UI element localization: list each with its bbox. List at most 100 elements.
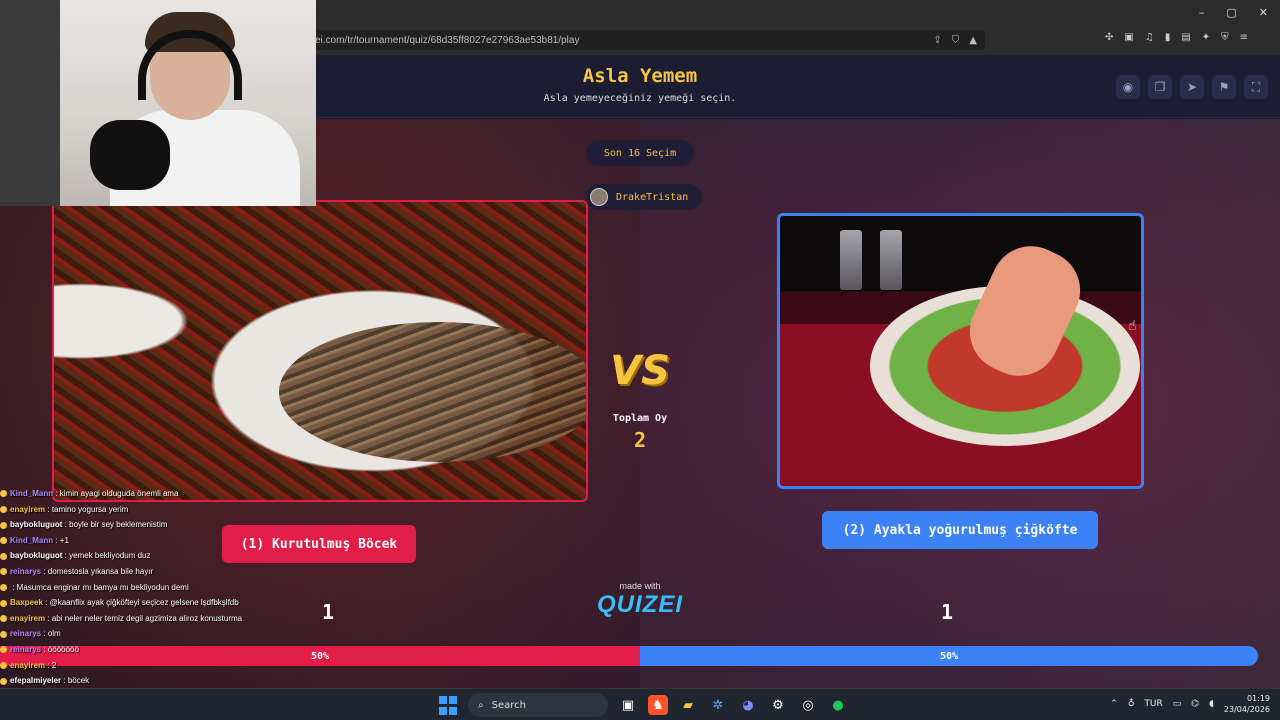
badge-icon	[0, 521, 7, 529]
clock[interactable]: 01:19 23/04/2026	[1224, 693, 1270, 715]
windows-start-icon[interactable]	[438, 695, 458, 715]
left-vote-count: 1	[322, 600, 335, 624]
microphone	[90, 120, 170, 190]
fullscreen-icon[interactable]: ⛶	[1244, 75, 1268, 99]
folder-icon[interactable]: ▰	[678, 695, 698, 715]
minimize-icon[interactable]: –	[1199, 6, 1205, 19]
taskbar-search[interactable]: ⌕ Search	[468, 693, 608, 717]
warning-icon[interactable]: ▲	[969, 35, 977, 46]
screenshot-icon[interactable]: ▣	[1124, 32, 1133, 43]
chat-message: efepalmiyeler : böcek	[0, 673, 320, 689]
vs-logo: VS	[610, 348, 670, 394]
chat-message: baybokluguot : boyle bir sey beklemenist…	[0, 517, 320, 533]
extension-toolbar: ✣ ▣ ♫ ▮ ▤ ✦ ⛨ ≡	[1105, 32, 1248, 43]
badge-icon	[0, 583, 7, 591]
system-tray: ⌃ ♁ TUR ▭ ⌬ ◖ 01:19 23/04/2026	[1110, 693, 1270, 715]
chat-text: +1	[59, 535, 69, 545]
badge-icon	[0, 552, 7, 560]
taskbar: ⌕ Search ▣ ♞ ▰ ✲ ◕ ⚙ ◎ ● ⌃ ♁ TUR ▭ ⌬ ◖ 0…	[0, 688, 1280, 720]
spotify-icon[interactable]: ●	[828, 695, 848, 715]
music-icon[interactable]: ♫	[1145, 32, 1154, 43]
chat-text: kimin ayagi olduguda önemli ama	[59, 489, 179, 498]
search-icon: ⌕	[478, 699, 484, 711]
puzzle-icon[interactable]: ✣	[1105, 32, 1113, 43]
address-bar[interactable]: ei.com/tr/tournament/quiz/68d35ff8027e27…	[305, 30, 985, 50]
chat-message: Baxpeek : @kaanflix ayak çiğköfteyi seçi…	[0, 595, 320, 611]
chat-text: abi neler neler temiz degil agzimiza ali…	[51, 613, 243, 623]
chat-message: reinarys : olm	[0, 626, 320, 642]
maximize-icon[interactable]: ▢	[1226, 6, 1236, 19]
chat-username: baybokluguot	[10, 520, 63, 530]
chat-text: 2	[51, 660, 57, 670]
round-badge: Son 16 Seçim	[586, 140, 694, 166]
menu-icon[interactable]: ≡	[1240, 32, 1248, 43]
close-icon[interactable]: ✕	[1259, 6, 1268, 19]
badge-icon	[0, 677, 7, 685]
ai-icon[interactable]: ✦	[1202, 32, 1210, 43]
chat-username: reinarys	[10, 629, 42, 639]
wallet-icon[interactable]: ▤	[1181, 32, 1190, 43]
chat-message: enayirem : tamino yogursa yerim	[0, 502, 320, 518]
right-vote-count: 1	[941, 600, 954, 624]
chat-text: @kaanflix ayak çiğköfteyi seçicez gelsen…	[49, 598, 239, 608]
option-right-button[interactable]: (2) Ayakla yoğurulmuş çiğköfte	[822, 511, 1098, 549]
chat-username: efepalmiyeler	[10, 676, 62, 686]
network-icon[interactable]: ⌬	[1191, 699, 1199, 709]
badge-icon	[0, 646, 7, 654]
share-icon[interactable]: ⇪	[933, 35, 941, 46]
chat-text: yemek bekliyodum duz	[69, 551, 151, 561]
window-controls: – ▢ ✕	[1199, 6, 1268, 19]
volume-icon[interactable]: ◖	[1209, 699, 1214, 709]
chat-username: enayirem	[10, 613, 46, 623]
chat-message: Kind_Mann : kimin ayagi olduguda önemli …	[0, 486, 320, 502]
option-left-image[interactable]	[52, 200, 588, 502]
vpn-icon[interactable]: ⛨	[1221, 32, 1229, 43]
chevron-up-icon[interactable]: ⌃	[1110, 699, 1118, 709]
chat-text: olm	[47, 629, 61, 639]
clock-date: 23/04/2026	[1223, 705, 1270, 714]
flag-icon[interactable]: ⚑	[1212, 75, 1236, 99]
chat-text: tamino yogursa yerim	[51, 504, 129, 514]
brave-icon[interactable]: ♞	[648, 695, 668, 715]
chat-username: enayirem	[10, 504, 46, 514]
option-right-image[interactable]	[777, 213, 1144, 489]
sidebar-icon[interactable]: ▮	[1165, 32, 1171, 43]
made-with-label: made with	[619, 581, 661, 591]
settings-icon[interactable]: ⚙	[768, 695, 788, 715]
app-icon[interactable]: ✲	[708, 695, 728, 715]
copy-icon[interactable]: ❐	[1148, 75, 1172, 99]
chat-message: enayirem : abi neler neler temiz degil a…	[0, 611, 320, 627]
clock-time: 01:19	[1246, 694, 1270, 703]
chat-message: reinarys : ööööööö	[0, 642, 320, 658]
badge-icon	[0, 537, 7, 545]
avatar	[590, 188, 608, 206]
monitor-icon[interactable]: ▭	[1173, 699, 1182, 709]
badge-icon	[0, 630, 7, 638]
brand-logo[interactable]: QUIZEI	[580, 591, 700, 619]
chat-username: baybokluguot	[10, 551, 63, 561]
right-percent-bar: 50%	[640, 646, 1258, 666]
chat-message: enayirem : 2	[0, 658, 320, 674]
badge-icon	[0, 661, 7, 669]
mic-icon[interactable]: ♁	[1128, 699, 1135, 709]
chat-message: reinarys : domestosla yıkansa bile hayır	[0, 564, 320, 580]
discord-icon[interactable]: ◕	[738, 695, 758, 715]
webcam-overlay	[0, 0, 316, 206]
total-votes-value: 2	[633, 428, 647, 452]
url-text[interactable]: ei.com/tr/tournament/quiz/68d35ff8027e27…	[305, 35, 933, 46]
chat-username: enayirem	[10, 660, 46, 670]
chat-text: domestosla yıkansa bile hayır	[47, 566, 154, 576]
task-view-icon[interactable]: ▣	[618, 695, 638, 715]
eye-icon[interactable]: ◉	[1116, 75, 1140, 99]
send-icon[interactable]: ➤	[1180, 75, 1204, 99]
obs-icon[interactable]: ◎	[798, 695, 818, 715]
badge-icon	[0, 615, 7, 623]
language-indicator[interactable]: TUR	[1144, 699, 1162, 709]
badge-icon	[0, 505, 7, 513]
shield-icon[interactable]: ⛉	[952, 35, 960, 46]
total-votes-label: Toplam Oy	[612, 413, 668, 424]
badge-icon	[0, 568, 7, 576]
badge-icon	[0, 599, 7, 607]
badge-icon	[0, 490, 7, 498]
chat-username: reinarys	[10, 644, 42, 654]
